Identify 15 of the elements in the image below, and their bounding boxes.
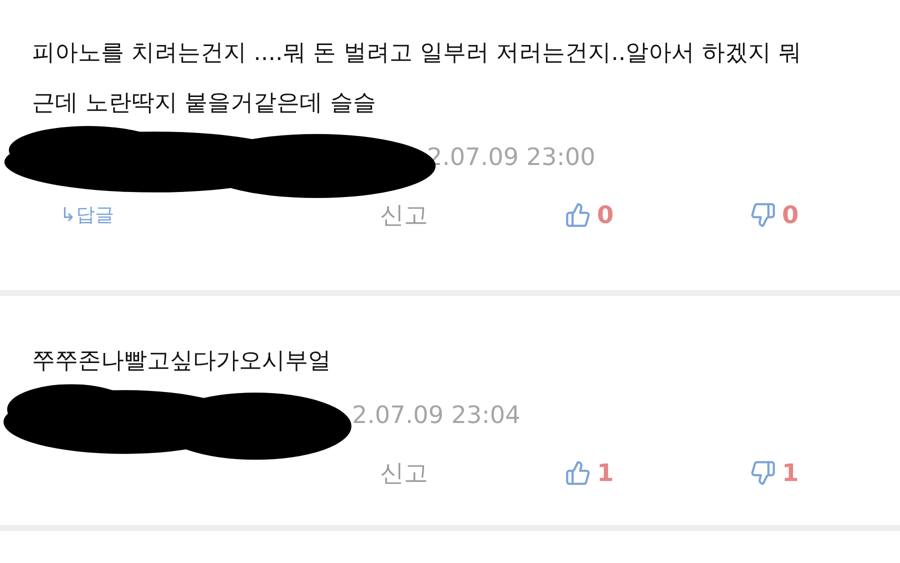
thumbs-down-icon	[750, 460, 776, 486]
timestamp: 2.07.09 23:04	[352, 401, 520, 429]
like-button[interactable]: 1	[565, 459, 614, 487]
thumbs-up-icon	[565, 202, 591, 228]
dislike-button[interactable]: 0	[750, 201, 799, 229]
report-link[interactable]: 신고	[380, 459, 428, 487]
timestamp: 2.07.09 23:00	[427, 143, 596, 171]
comment-text: 피아노를 치려는건지 ....뭐 돈 벌려고 일부러 저러는건지..알아서 하겠지 뭐 근데 노란딱지 붙을거같은데 슬슬	[32, 39, 802, 118]
dislike-button[interactable]: 1	[750, 459, 799, 487]
reply-link[interactable]: ↳답글	[32, 204, 114, 226]
thumbs-up-icon	[565, 460, 591, 486]
comment-text: 쭈쭈존나빨고싶다가오시부얼	[32, 347, 332, 376]
thumbs-down-icon	[750, 202, 776, 228]
like-button[interactable]: 0	[565, 201, 614, 229]
report-link[interactable]: 신고	[380, 201, 428, 229]
